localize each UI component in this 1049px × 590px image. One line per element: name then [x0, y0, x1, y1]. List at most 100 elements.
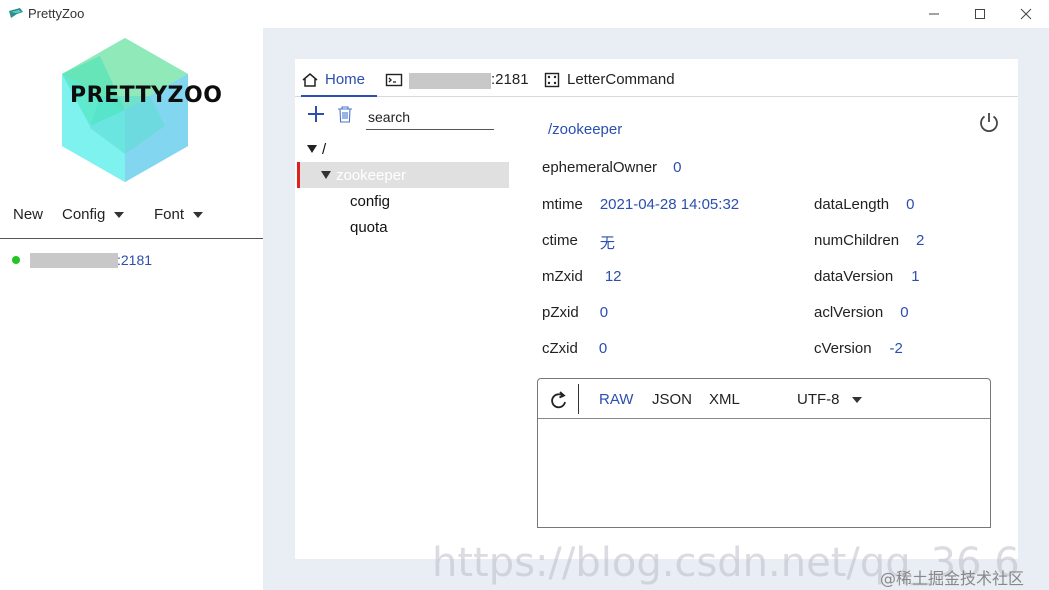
- new-menu[interactable]: New: [13, 206, 43, 223]
- field-ephemeral-owner: ephemeralOwner 0: [542, 159, 681, 176]
- tree-node-label: config: [350, 192, 391, 210]
- field-key: mZxid: [542, 268, 583, 285]
- expand-arrow-icon[interactable]: [307, 145, 317, 153]
- dice-icon: [544, 72, 560, 88]
- chevron-down-icon: [851, 396, 862, 403]
- field-c-version: cVersion -2: [814, 340, 903, 357]
- connected-status-icon: [12, 256, 20, 264]
- field-value: 2: [916, 232, 925, 249]
- field-value: 0: [673, 159, 682, 176]
- minimize-icon: [929, 13, 939, 15]
- field-value: 0: [900, 304, 909, 321]
- node-path: /zookeeper: [548, 121, 623, 138]
- close-button[interactable]: [1003, 0, 1049, 28]
- expand-arrow-icon[interactable]: [321, 171, 331, 179]
- redacted-host: [409, 73, 491, 89]
- logo-text: PRETTYZOO: [70, 83, 223, 108]
- tree-node-zookeeper[interactable]: zookeeper: [297, 162, 509, 188]
- tree-node-quota[interactable]: quota: [297, 214, 509, 240]
- field-mtime: mtime 2021-04-28 14:05:32: [542, 196, 739, 213]
- field-value: 无: [599, 235, 615, 252]
- data-editor: RAW JSON XML UTF-8: [537, 378, 991, 528]
- field-value: 0: [599, 304, 609, 321]
- editor-toolbar: RAW JSON XML UTF-8: [538, 379, 990, 419]
- field-value: 0: [906, 196, 915, 213]
- close-icon: [1020, 8, 1032, 20]
- encoding-select[interactable]: UTF-8: [797, 391, 862, 408]
- font-menu[interactable]: Font: [154, 206, 204, 223]
- window-title: PrettyZoo: [28, 6, 85, 21]
- sidebar: PRETTYZOO New Config Font :2181: [0, 28, 263, 590]
- field-key: cVersion: [814, 340, 872, 357]
- config-menu[interactable]: Config: [62, 206, 125, 223]
- title-bar: PrettyZoo: [0, 0, 1049, 28]
- tab-home-label: Home: [325, 71, 366, 88]
- field-data-version: dataVersion 1: [814, 268, 920, 285]
- field-key: ctime: [542, 232, 578, 249]
- tab-server[interactable]: :2181: [385, 71, 529, 97]
- server-port: :2181: [117, 252, 153, 268]
- field-key: numChildren: [814, 232, 900, 249]
- field-value: 1: [911, 268, 920, 285]
- format-json-button[interactable]: JSON: [652, 391, 692, 408]
- maximize-button[interactable]: [957, 0, 1003, 28]
- sidebar-divider: [0, 238, 263, 239]
- app-window: PrettyZoo PRETTYZOO New Config Font:218…: [0, 0, 1049, 590]
- minimize-button[interactable]: [911, 0, 957, 28]
- chevron-down-icon: [193, 211, 204, 218]
- field-key: pZxid: [542, 304, 579, 321]
- power-icon[interactable]: [978, 111, 1000, 133]
- tab-lettercommand-label: LetterCommand: [567, 71, 675, 88]
- field-ctime: ctime 无: [542, 232, 615, 253]
- tree-node-label: /: [322, 140, 327, 158]
- refresh-icon[interactable]: [550, 390, 568, 410]
- tab-bar: Home :2181 LetterCommand: [295, 59, 1018, 97]
- maximize-icon: [975, 9, 985, 19]
- tab-home[interactable]: Home: [301, 71, 377, 97]
- tree-toolbar: [305, 103, 505, 133]
- field-key: dataVersion: [814, 268, 894, 285]
- tree-node-config[interactable]: config: [297, 188, 509, 214]
- field-value: 2021-04-28 14:05:32: [599, 196, 740, 213]
- add-node-icon[interactable]: [307, 105, 325, 123]
- chevron-down-icon: [114, 211, 125, 218]
- field-key: ephemeralOwner: [542, 159, 658, 176]
- field-pzxid: pZxid 0: [542, 304, 608, 321]
- redacted-host: [30, 253, 118, 268]
- config-menu-label: Config: [62, 206, 106, 223]
- tree-node-label: quota: [350, 218, 388, 236]
- field-value: 12: [604, 268, 622, 285]
- tree-node-root[interactable]: /: [297, 136, 509, 162]
- field-key: dataLength: [814, 196, 890, 213]
- new-menu-label: New: [13, 206, 44, 223]
- field-key: aclVersion: [814, 304, 884, 321]
- prettyzoo-logo: [62, 38, 188, 182]
- field-mzxid: mZxid 12: [542, 268, 622, 285]
- terminal-icon: [385, 73, 403, 87]
- field-value: 0: [598, 340, 608, 357]
- field-key: mtime: [542, 196, 583, 213]
- sidebar-menu: New Config Font: [0, 204, 263, 238]
- font-menu-label: Font: [154, 206, 185, 223]
- encoding-value: UTF-8: [797, 391, 840, 408]
- tab-server-label: :2181: [491, 71, 529, 88]
- server-list-item[interactable]: :2181: [0, 248, 263, 272]
- field-acl-version: aclVersion 0: [814, 304, 909, 321]
- toolbar-divider: [578, 384, 579, 414]
- field-value: -2: [889, 340, 903, 357]
- data-content-area[interactable]: [538, 420, 990, 527]
- delete-node-icon[interactable]: [337, 106, 353, 123]
- home-icon: [302, 73, 318, 87]
- field-data-length: dataLength 0: [814, 196, 914, 213]
- format-raw-button[interactable]: RAW: [599, 391, 633, 408]
- tab-lettercommand[interactable]: LetterCommand: [543, 71, 675, 97]
- field-num-children: numChildren 2: [814, 232, 924, 249]
- field-czxid: cZxid 0: [542, 340, 607, 357]
- search-input[interactable]: [366, 104, 494, 130]
- node-tree: / zookeeper config quota: [297, 136, 509, 240]
- app-logo-icon: [9, 8, 23, 18]
- format-xml-button[interactable]: XML: [709, 391, 740, 408]
- watermark-site: @稀土掘金技术社区: [880, 569, 1025, 588]
- tree-node-label: zookeeper: [336, 166, 407, 184]
- field-key: cZxid: [542, 340, 578, 357]
